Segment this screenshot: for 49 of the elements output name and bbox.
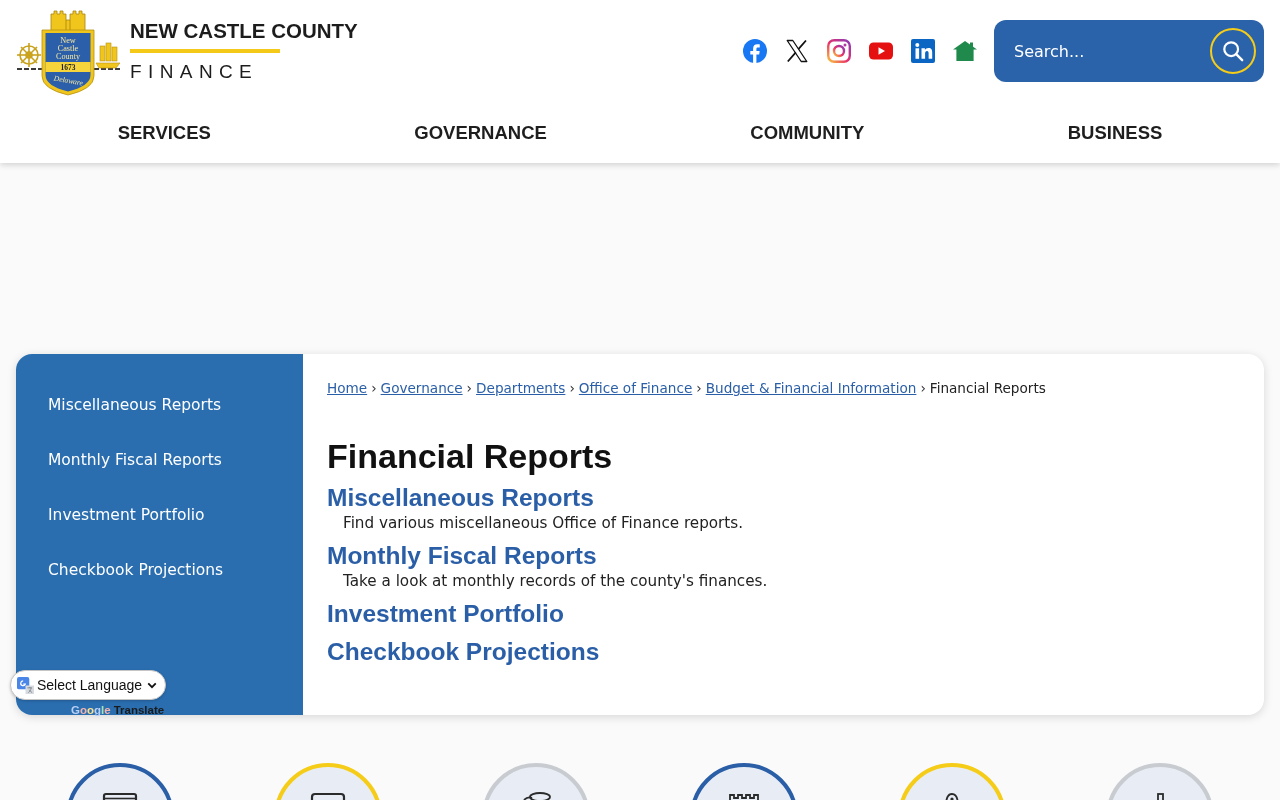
language-select[interactable]: Select Language: [10, 670, 166, 700]
linkedin-icon[interactable]: [911, 39, 935, 63]
sidebar-link[interactable]: Checkbook Projections: [16, 543, 256, 598]
breadcrumb-link[interactable]: Departments: [476, 378, 566, 398]
breadcrumb-link[interactable]: Budget & Financial Information: [705, 378, 917, 398]
translate-label: Translate: [113, 703, 165, 717]
search-field[interactable]: Search...: [994, 20, 1264, 82]
translate-icon: [17, 676, 34, 694]
house-icon[interactable]: [953, 39, 977, 63]
instagram-icon[interactable]: [827, 39, 851, 63]
breadcrumb-separator: ›: [920, 379, 926, 398]
breadcrumb-current: Financial Reports: [929, 379, 1046, 398]
page-title: Financial Reports: [327, 437, 614, 475]
report-description: Find various miscellaneous Office of Finance reports.: [342, 513, 745, 533]
nav-link[interactable]: SERVICES: [117, 121, 211, 144]
site-title: NEW CASTLE COUNTY: [130, 19, 358, 43]
x-logo-icon[interactable]: [785, 39, 809, 63]
quick-link-button[interactable]: [690, 763, 798, 800]
google-logo: Google: [71, 703, 111, 717]
building-icon: [729, 794, 759, 800]
report-link[interactable]: Monthly Fiscal Reports: [327, 541, 597, 571]
breadcrumb-link[interactable]: Governance: [380, 378, 463, 398]
search-icon: [1222, 40, 1244, 62]
bar-chart-icon: [1157, 793, 1164, 800]
coins-icon: [523, 792, 551, 800]
chevron-down-icon: [147, 681, 157, 689]
window-icon: [102, 792, 138, 800]
pin-icon: [945, 793, 959, 800]
quick-link-button[interactable]: [66, 763, 174, 800]
breadcrumb-link[interactable]: Home: [327, 378, 368, 398]
breadcrumb-separator: ›: [696, 379, 702, 398]
breadcrumb-separator: ›: [466, 379, 473, 398]
report-description: Take a look at monthly records of the county's finances.: [342, 571, 769, 591]
document-icon: [310, 792, 346, 800]
breadcrumb-link[interactable]: Office of Finance: [578, 378, 693, 398]
breadcrumb-separator: ›: [569, 379, 575, 398]
site-subtitle: FINANCE: [130, 61, 259, 83]
breadcrumb-separator: ›: [371, 379, 377, 398]
facebook-icon[interactable]: [743, 39, 767, 63]
nav-link[interactable]: BUSINESS: [1067, 121, 1163, 144]
nav-link[interactable]: GOVERNANCE: [414, 121, 547, 144]
sidebar-link[interactable]: Miscellaneous Reports: [16, 378, 254, 433]
sidebar-link[interactable]: Monthly Fiscal Reports: [16, 433, 254, 488]
report-link[interactable]: Miscellaneous Reports: [327, 483, 594, 513]
report-link[interactable]: Checkbook Projections: [327, 637, 600, 667]
nav-link[interactable]: COMMUNITY: [750, 121, 865, 144]
search-button[interactable]: [1210, 28, 1256, 74]
sidebar-link[interactable]: Investment Portfolio: [16, 488, 237, 543]
report-link[interactable]: Investment Portfolio: [327, 599, 564, 629]
